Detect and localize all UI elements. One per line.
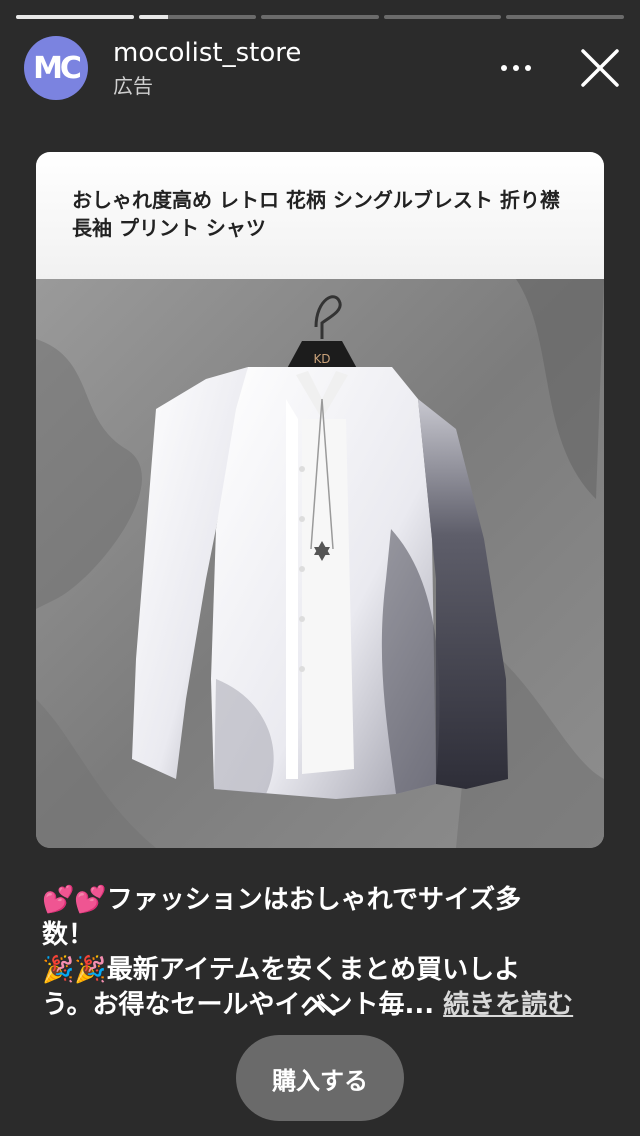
avatar-text: MC — [33, 50, 82, 86]
buy-button-label: 購入する — [272, 1066, 368, 1095]
read-more-link[interactable]: 続きを読む — [443, 990, 573, 1020]
username[interactable]: mocolist_store — [113, 38, 301, 68]
progress-segment — [138, 15, 257, 19]
more-options-button[interactable] — [496, 54, 536, 82]
product-card[interactable]: おしゃれ度高め レトロ 花柄 シングルブレスト 折り襟 長袖 プリント シャツ — [36, 152, 604, 848]
more-horizontal-icon — [498, 65, 534, 71]
avatar[interactable]: MC — [24, 36, 88, 100]
caption-line: う。お得なセールやイベント毎... — [42, 990, 435, 1020]
product-title-banner: おしゃれ度高め レトロ 花柄 シングルブレスト 折り襟 長袖 プリント シャツ — [36, 152, 604, 279]
close-icon — [581, 49, 619, 87]
story-progress — [16, 15, 624, 19]
story-header: MC mocolist_store 広告 — [24, 36, 620, 100]
sponsored-label: 広告 — [113, 74, 153, 98]
caption-line: 💕💕ファッションはおしゃれでサイズ多 — [42, 885, 522, 915]
product-title: おしゃれ度高め レトロ 花柄 シングルブレスト 折り襟 長袖 プリント シャツ — [72, 188, 560, 240]
chevron-up-icon — [304, 1000, 336, 1016]
product-photo[interactable]: KD — [36, 279, 604, 848]
progress-segment — [383, 15, 502, 19]
progress-segment — [261, 15, 379, 19]
hanger-label: KD — [313, 352, 330, 366]
buy-button[interactable]: 購入する — [236, 1035, 404, 1121]
close-button[interactable] — [580, 48, 620, 88]
progress-segment — [506, 15, 624, 19]
progress-segment — [16, 15, 134, 19]
caption-line: 🎉🎉最新アイテムを安くまとめ買いしよ — [42, 955, 521, 985]
caption-line: 数！ — [42, 920, 95, 950]
